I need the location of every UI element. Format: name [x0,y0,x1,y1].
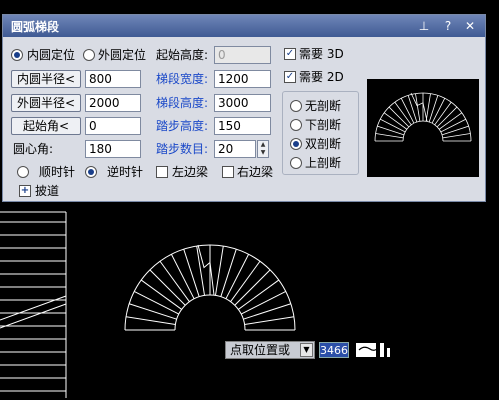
need-2d-label: 需要 2D [299,70,344,84]
inner-radius-button[interactable]: 内圆半径< [11,70,81,88]
ramp-expand-icon[interactable]: + [19,185,31,197]
arc-stair-dialog: 圆弧梯段 ⊥ ? ✕ 内圆定位 外圆定位 内圆半径< 800 外圆半径< 200… [2,14,486,202]
right-beam-label: 右边梁 [237,165,274,179]
main-arc-stair [124,244,296,331]
drawing-line [149,269,186,306]
dialog-title: 圆弧梯段 [11,20,60,34]
left-beam-checkbox[interactable] [156,166,168,178]
step-height-label: 踏步高度: [156,119,209,133]
need-3d-label: 需要 3D [299,47,344,61]
ramp-label: 披道 [35,184,60,198]
lower-cut-radio[interactable] [290,119,302,131]
pin-icon[interactable]: ⊥ [415,18,433,34]
help-button[interactable]: ? [439,18,457,34]
outer-radius-input[interactable]: 2000 [85,94,141,112]
double-cut-radio[interactable] [290,138,302,150]
drawing-line [244,316,295,326]
start-angle-input[interactable]: 0 [85,117,141,135]
left-stair-plan [0,211,67,398]
flight-height-label: 梯段高度: [156,96,209,110]
flight-width-input[interactable]: 1200 [214,70,271,88]
outer-locate-radio[interactable] [83,49,95,61]
double-cut-label: 双剖断 [305,137,342,151]
left-beam-label: 左边梁 [172,165,209,179]
flight-width-label: 梯段宽度: [156,72,209,86]
step-count-spinner[interactable]: ▲ ▼ [257,140,269,158]
close-button[interactable]: ✕ [461,18,479,34]
drawing-line [214,245,224,296]
drawing-line [375,133,404,139]
drawing-line [441,125,469,136]
step-height-input[interactable]: 150 [214,117,271,135]
title-bar[interactable]: 圆弧梯段 ⊥ ? ✕ [3,15,485,37]
stair-preview [367,79,479,177]
drawing-line [183,249,200,297]
inner-locate-radio[interactable] [11,49,23,61]
drawing-line [415,93,421,122]
counterclockwise-label: 逆时针 [107,165,144,179]
center-angle-input[interactable]: 180 [85,140,141,158]
drawing-line [234,269,271,306]
step-count-input[interactable]: 20 [214,140,256,158]
clockwise-radio[interactable] [17,166,29,178]
inner-radius-input[interactable]: 800 [85,70,141,88]
outer-radius-button[interactable]: 外圆半径< [11,94,81,112]
drawing-line [220,249,237,297]
drawing-line [407,95,418,123]
spin-down-icon[interactable]: ▼ [258,149,268,157]
upper-cut-radio[interactable] [290,157,302,169]
flight-height-input[interactable]: 3000 [214,94,271,112]
start-height-label: 起始高度: [156,48,209,62]
lower-cut-label: 下剖断 [305,118,342,132]
dropdown-arrow-icon[interactable]: ▼ [300,343,313,357]
start-height-input: 0 [214,46,271,64]
need-2d-checkbox[interactable]: ✓ [284,71,296,83]
no-cut-label: 无剖断 [305,99,342,113]
step-count-label: 踏步数目: [156,142,209,156]
preview-drawing [374,92,472,142]
center-angle-label: 圆心角: [13,142,54,156]
drawing-line [425,93,431,122]
clockwise-label: 顺时针 [39,165,76,179]
counterclockwise-radio[interactable] [85,166,97,178]
no-cut-radio[interactable] [290,100,302,112]
coordinate-input[interactable]: 3466 [319,342,349,358]
start-angle-button[interactable]: 起始角< [11,117,81,135]
drawing-line [129,303,177,320]
spin-up-icon[interactable]: ▲ [258,141,268,149]
drawing-arc [174,294,246,331]
drawing-line [243,303,291,320]
inner-locate-label: 内圆定位 [27,48,76,62]
cursor-icon [356,343,390,357]
drawing-arc [402,120,444,142]
upper-cut-label: 上剖断 [305,156,342,170]
drawing-line [442,133,471,139]
right-beam-checkbox[interactable] [222,166,234,178]
outer-locate-label: 外圆定位 [98,48,147,62]
need-3d-checkbox[interactable]: ✓ [284,48,296,60]
drawing-line [377,125,405,136]
drawing-line [428,95,439,123]
drawing-line [125,316,176,326]
